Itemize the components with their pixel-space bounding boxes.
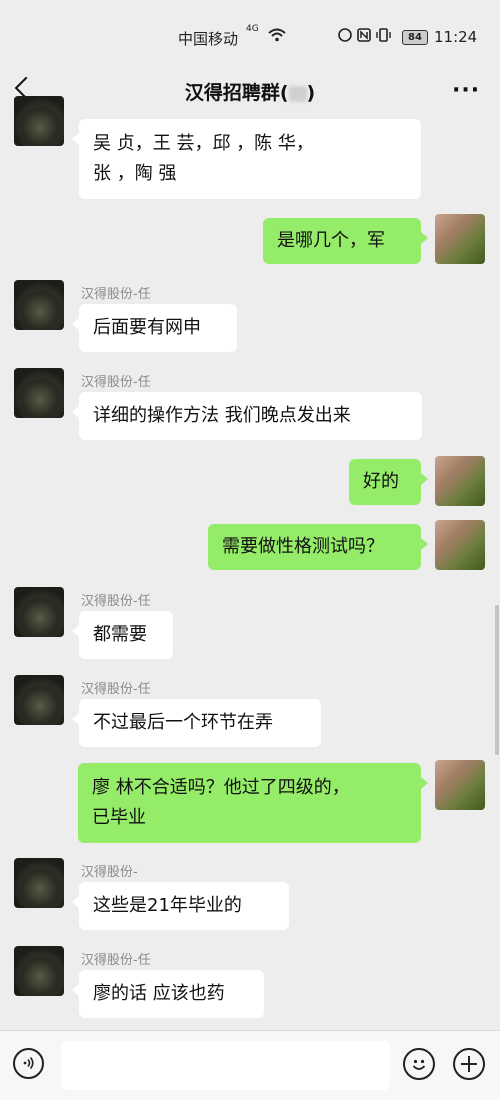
message-text: 需要做性格测试吗？ [222,536,384,557]
input-bar [0,1030,500,1100]
sender-name: 汉得股份-任 [81,594,151,609]
message-text: 都需要 [93,624,147,645]
sender-name: 汉得股份-任 [81,953,151,968]
scrollbar[interactable] [495,605,499,755]
more-icon[interactable]: ··· [452,78,480,103]
sender-name: 汉得股份-任 [81,287,151,302]
sender-name: 汉得股份-任 [81,375,151,390]
message-bubble[interactable]: 是哪几个，军 [263,218,428,264]
avatar[interactable] [14,946,64,996]
message-bubble[interactable]: 这些是21年毕业的 [72,882,289,930]
chat-header: 汉得招聘群() ··· [0,72,500,112]
avatar[interactable] [435,760,485,810]
battery-icon: 84 [402,30,428,45]
message-bubble[interactable]: 不过最后一个环节在弄 [72,699,321,747]
message-text: 张 ，陶 强 [93,163,177,184]
avatar[interactable] [435,214,485,264]
avatar[interactable] [435,456,485,506]
message-text: 好的 [363,471,399,492]
message-text: 不过最后一个环节在弄 [93,712,273,733]
avatar[interactable] [14,675,64,725]
chat-title-text: 汉得招聘群( [184,82,289,104]
message-text: 廖的话 应该也药 [93,983,225,1004]
message-text: 后面要有网申 [93,317,201,338]
message-text: 详细的操作方法 我们晚点发出来 [93,405,351,426]
redaction-mask [288,85,307,102]
emoji-icon[interactable] [403,1048,435,1080]
system-status-icons [338,27,398,47]
avatar[interactable] [435,520,485,570]
message-text: 这些是21年毕业的 [93,895,242,916]
message-bubble[interactable]: 后面要有网申 [72,304,237,352]
avatar[interactable] [14,858,64,908]
avatar[interactable] [14,280,64,330]
message-bubble[interactable]: 廖 林不合适吗？他过了四级的， 已毕业 [78,763,428,843]
message-input[interactable] [61,1041,390,1090]
wifi-icon [268,27,286,46]
message-text: 廖 林不合适吗？他过了四级的， [92,777,350,798]
avatar[interactable] [14,368,64,418]
plus-icon[interactable] [453,1048,485,1080]
network-type-label: 4G [246,24,259,34]
clock: 11:24 [434,28,478,46]
message-bubble[interactable]: 好的 [349,459,428,505]
voice-icon[interactable] [13,1048,44,1079]
message-bubble[interactable]: 廖的话 应该也药 [72,970,264,1018]
message-bubble[interactable]: 需要做性格测试吗？ [208,524,428,570]
message-text: 吴 贞，王 芸，邱 ，陈 华， [93,133,314,154]
chat-title-suffix: ) [306,82,316,104]
status-bar: 中国移动 4G 84 11:24 [0,0,500,72]
chat-title: 汉得招聘群() [0,78,500,105]
message-text: 是哪几个，军 [277,230,385,251]
sender-name: 汉得股份- [81,865,138,880]
sender-name: 汉得股份-任 [81,682,151,697]
message-text: 已毕业 [92,807,146,828]
avatar[interactable] [14,587,64,637]
message-bubble[interactable]: 都需要 [72,611,173,659]
message-bubble[interactable]: 吴 贞，王 芸，邱 ，陈 华， 张 ，陶 强 [72,119,421,199]
message-bubble[interactable]: 详细的操作方法 我们晚点发出来 [72,392,422,440]
carrier-label: 中国移动 [178,30,239,48]
avatar[interactable] [14,96,64,146]
